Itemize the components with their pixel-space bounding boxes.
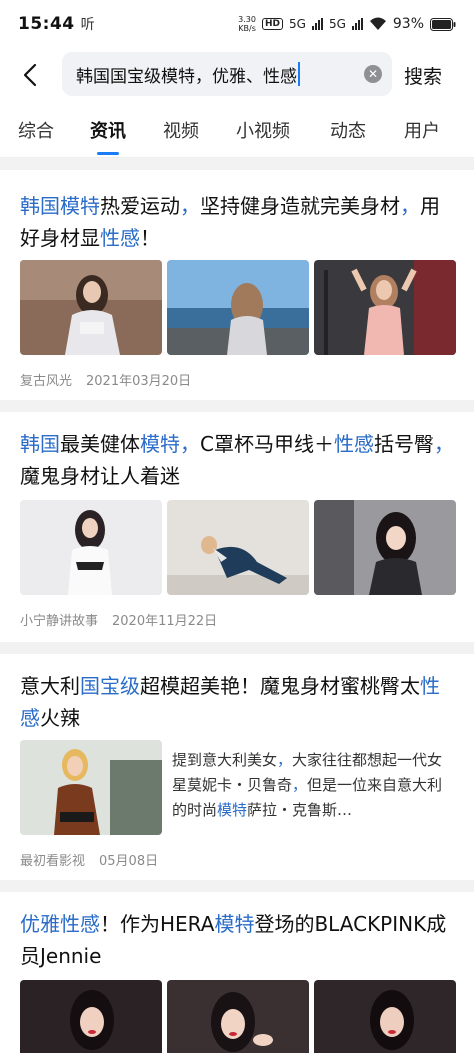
article-image-row xyxy=(20,500,456,595)
title-part: 模特 xyxy=(60,194,100,218)
title-part: 性感 xyxy=(100,226,140,250)
summary-part: ， xyxy=(292,776,308,794)
tab-video[interactable]: 视频 xyxy=(163,117,199,143)
clear-icon[interactable]: ✕ xyxy=(364,65,382,83)
status-icons: 3.30 KB/s HD 5G 5G 93% xyxy=(238,15,456,33)
article-photo[interactable] xyxy=(20,260,162,355)
summary-part: 萨拉・克鲁斯… xyxy=(247,801,353,819)
article-title: 意大利国宝级超模超美艳！魔鬼身材蜜桃臀太性感火辣 xyxy=(20,670,456,734)
title-part: 火辣 xyxy=(40,706,80,730)
article-date: 2020年11月22日 xyxy=(112,614,218,629)
article-photo[interactable] xyxy=(314,500,456,595)
title-part: 模特 xyxy=(140,432,180,456)
title-part: ， xyxy=(180,432,200,456)
title-part: 模特 xyxy=(214,912,255,936)
hd-icon: HD xyxy=(261,18,283,30)
network-speed-unit: KB/s xyxy=(238,24,256,33)
article-photo[interactable] xyxy=(20,980,162,1053)
search-header: 韩国国宝级模特，优雅、性感 ✕ 搜索 xyxy=(0,48,474,102)
article-card[interactable]: 韩国最美健体模特，C罩杯马甲线＋性感括号臀，魔鬼身材让人着迷 小宁静讲故事 202… xyxy=(0,412,474,642)
tab-moments[interactable]: 动态 xyxy=(330,117,366,143)
title-part: 热爱运动 xyxy=(100,194,180,218)
title-part: ， xyxy=(400,194,420,218)
title-part: 意大利 xyxy=(20,674,80,698)
article-image-row xyxy=(20,980,456,1053)
article-photo[interactable] xyxy=(314,980,456,1053)
title-part: 魔鬼身材让人着迷 xyxy=(20,464,180,488)
article-meta: 小宁静讲故事 2020年11月22日 xyxy=(20,610,217,629)
title-part: 优雅 xyxy=(20,912,60,936)
title-part: 最美健体 xyxy=(60,432,140,456)
signal-icon-2 xyxy=(351,18,363,30)
title-part: 坚持健身造就完美身材 xyxy=(200,194,400,218)
title-part: ， xyxy=(180,194,200,218)
article-source[interactable]: 小宁静讲故事 xyxy=(20,614,98,629)
tab-news[interactable]: 资讯 xyxy=(90,117,126,155)
signal-icon xyxy=(311,18,323,30)
article-title: 优雅性感！作为HERA模特登场的BLACKPINK成员Jennie xyxy=(20,908,456,972)
title-part: 国宝级 xyxy=(80,674,140,698)
title-part: ！ xyxy=(140,226,160,250)
wifi-icon xyxy=(369,17,386,30)
article-title: 韩国最美健体模特，C罩杯马甲线＋性感括号臀，魔鬼身材让人着迷 xyxy=(20,428,456,492)
article-photo[interactable] xyxy=(167,260,309,355)
tab-users[interactable]: 用户 xyxy=(404,117,440,143)
article-card[interactable]: 意大利国宝级超模超美艳！魔鬼身材蜜桃臀太性感火辣 提到意大利美女，大家往往都想起… xyxy=(0,654,474,880)
article-card[interactable]: 韩国模特热爱运动，坚持健身造就完美身材，用好身材显性感！ 复古风光 2021年03… xyxy=(0,170,474,400)
title-part: 括号臀 xyxy=(373,432,434,456)
network-speed: 3.30 KB/s xyxy=(238,15,256,33)
network-speed-value: 3.30 xyxy=(238,15,256,24)
article-source[interactable]: 最初看影视 xyxy=(20,854,85,869)
category-tabs: 综合 资讯 视频 小视频 动态 用户 xyxy=(0,102,474,158)
title-part: ， xyxy=(433,432,454,456)
search-query: 韩国国宝级模特，优雅、性感 xyxy=(76,66,297,87)
back-icon[interactable] xyxy=(8,53,52,97)
title-part: 性感 xyxy=(60,912,100,936)
summary-part: ， xyxy=(277,751,293,769)
network-5g-2: 5G xyxy=(328,17,346,31)
title-part: 超模超美艳！魔鬼身材蜜桃臀太 xyxy=(140,674,420,698)
article-date: 2021年03月20日 xyxy=(86,374,192,389)
article-meta: 最初看影视 05月08日 xyxy=(20,850,158,869)
article-photo[interactable] xyxy=(314,260,456,355)
article-summary: 提到意大利美女，大家往往都想起一代女星莫妮卡・贝鲁奇，但是一位来自意大利的时尚模… xyxy=(172,748,456,823)
article-date: 05月08日 xyxy=(99,854,159,869)
search-button[interactable]: 搜索 xyxy=(404,62,442,89)
summary-part: 模特 xyxy=(217,801,248,819)
status-listen-label: 听 xyxy=(80,17,95,33)
title-part: 韩国 xyxy=(20,194,60,218)
status-bar: 15:44 听 3.30 KB/s HD 5G 5G 93% xyxy=(0,0,474,48)
article-photo[interactable] xyxy=(20,500,162,595)
title-part: 韩国 xyxy=(20,432,60,456)
summary-part: 提到意大利美女 xyxy=(172,751,278,769)
title-part: C罩杯马甲线＋ xyxy=(200,432,334,456)
tab-short-video[interactable]: 小视频 xyxy=(236,117,290,143)
article-source[interactable]: 复古风光 xyxy=(20,374,72,389)
article-photo[interactable] xyxy=(167,980,309,1053)
article-image-row xyxy=(20,260,456,355)
title-part: ！作为HERA xyxy=(100,912,215,936)
text-cursor xyxy=(298,62,300,86)
battery-icon xyxy=(430,17,456,31)
article-title: 韩国模特热爱运动，坚持健身造就完美身材，用好身材显性感！ xyxy=(20,190,456,254)
search-input[interactable]: 韩国国宝级模特，优雅、性感 ✕ xyxy=(62,52,392,96)
title-part: 性感 xyxy=(333,432,374,456)
network-5g-1: 5G xyxy=(289,17,306,31)
article-photo[interactable] xyxy=(20,740,162,835)
article-meta: 复古风光 2021年03月20日 xyxy=(20,370,191,389)
battery-level: 93% xyxy=(392,16,424,32)
tab-comprehensive[interactable]: 综合 xyxy=(18,117,54,143)
article-card[interactable]: 优雅性感！作为HERA模特登场的BLACKPINK成员Jennie xyxy=(0,892,474,1053)
article-photo[interactable] xyxy=(167,500,309,595)
status-time: 15:44 xyxy=(18,14,75,34)
